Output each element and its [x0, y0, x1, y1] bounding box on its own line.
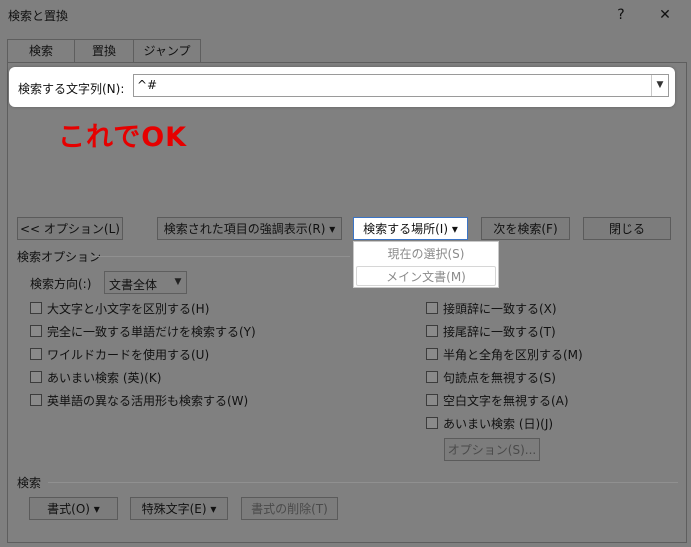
divider: [92, 256, 350, 257]
window-title: 検索と置換: [8, 9, 69, 23]
checkbox-ignore-space[interactable]: 空白文字を無視する(A): [426, 392, 569, 410]
checkbox-label: あいまい検索 (日)(J): [443, 417, 554, 431]
checkbox-icon[interactable]: [30, 348, 42, 360]
find-in-button[interactable]: 検索する場所(I) ▾: [353, 217, 468, 240]
checkbox-icon[interactable]: [426, 394, 438, 406]
annotation-text: これでOK: [58, 122, 188, 153]
find-replace-dialog: 検索と置換 ? ✕ 検索 置換 ジャンプ 検索する文字列(N): ^# ▼ これ…: [0, 0, 691, 547]
checkbox-match-case[interactable]: 大文字と小文字を区別する(H): [30, 300, 209, 318]
checkbox-icon[interactable]: [426, 371, 438, 383]
search-direction-label: 検索方向(:): [30, 277, 92, 291]
chevron-down-icon[interactable]: ▼: [651, 75, 668, 96]
help-button[interactable]: ?: [606, 3, 636, 27]
find-what-label: 検索する文字列(N):: [18, 82, 125, 96]
reading-highlight-button[interactable]: 検索された項目の強調表示(R) ▾: [157, 217, 342, 240]
checkbox-label: 空白文字を無視する(A): [443, 394, 569, 408]
checkbox-label: 句読点を無視する(S): [443, 371, 556, 385]
checkbox-fuzzy-jp[interactable]: あいまい検索 (日)(J): [426, 415, 553, 433]
checkbox-label: 英単語の異なる活用形も検索する(W): [47, 394, 249, 408]
checkbox-icon[interactable]: [30, 302, 42, 314]
close-button[interactable]: 閉じる: [583, 217, 671, 240]
checkbox-label: あいまい検索 (英)(K): [47, 371, 162, 385]
checkbox-icon[interactable]: [426, 417, 438, 429]
checkbox-label: 大文字と小文字を区別する(H): [47, 302, 210, 316]
tab-find[interactable]: 検索: [7, 39, 75, 63]
checkbox-fuzzy-en[interactable]: あいまい検索 (英)(K): [30, 369, 161, 387]
find-section-heading: 検索: [17, 476, 42, 490]
no-formatting-button[interactable]: 書式の削除(T): [241, 497, 338, 520]
chevron-down-icon[interactable]: ▼: [170, 272, 186, 293]
checkbox-icon[interactable]: [30, 371, 42, 383]
search-direction-select[interactable]: 文書全体 ▼: [104, 271, 187, 294]
checkbox-icon[interactable]: [30, 325, 42, 337]
checkbox-label: 半角と全角を区別する(M): [443, 348, 583, 362]
special-button[interactable]: 特殊文字(E) ▾: [130, 497, 228, 520]
tab-goto[interactable]: ジャンプ: [133, 39, 201, 63]
jp-options-button[interactable]: オプション(S)...: [444, 438, 540, 461]
checkbox-label: ワイルドカードを使用する(U): [47, 348, 210, 362]
search-options-heading: 検索オプション: [17, 250, 102, 264]
menu-item-main-document[interactable]: メイン文書(M): [356, 266, 496, 286]
find-in-menu: 現在の選択(S) メイン文書(M): [353, 241, 499, 288]
checkbox-width[interactable]: 半角と全角を区別する(M): [426, 346, 583, 364]
checkbox-label: 接頭辞に一致する(X): [443, 302, 557, 316]
less-options-button[interactable]: << オプション(L): [17, 217, 123, 240]
checkbox-wildcards[interactable]: ワイルドカードを使用する(U): [30, 346, 209, 364]
checkbox-icon[interactable]: [426, 325, 438, 337]
menu-item-current-selection[interactable]: 現在の選択(S): [354, 244, 498, 264]
checkbox-icon[interactable]: [30, 394, 42, 406]
checkbox-word-forms[interactable]: 英単語の異なる活用形も検索する(W): [30, 392, 248, 410]
checkbox-label: 接尾辞に一致する(T): [443, 325, 556, 339]
checkbox-whole-word[interactable]: 完全に一致する単語だけを検索する(Y): [30, 323, 256, 341]
checkbox-match-prefix[interactable]: 接頭辞に一致する(X): [426, 300, 557, 318]
checkbox-icon[interactable]: [426, 302, 438, 314]
divider: [48, 482, 678, 483]
format-button[interactable]: 書式(O) ▾: [29, 497, 118, 520]
find-what-input[interactable]: ^# ▼: [133, 74, 669, 97]
checkbox-match-suffix[interactable]: 接尾辞に一致する(T): [426, 323, 556, 341]
find-next-button[interactable]: 次を検索(F): [481, 217, 570, 240]
checkbox-icon[interactable]: [426, 348, 438, 360]
close-window-button[interactable]: ✕: [650, 3, 680, 27]
search-direction-value: 文書全体: [109, 278, 158, 292]
title-bar: 検索と置換 ? ✕: [0, 0, 691, 30]
checkbox-ignore-punct[interactable]: 句読点を無視する(S): [426, 369, 556, 387]
find-what-value: ^#: [137, 78, 158, 92]
tab-replace[interactable]: 置換: [74, 39, 134, 63]
checkbox-label: 完全に一致する単語だけを検索する(Y): [47, 325, 256, 339]
